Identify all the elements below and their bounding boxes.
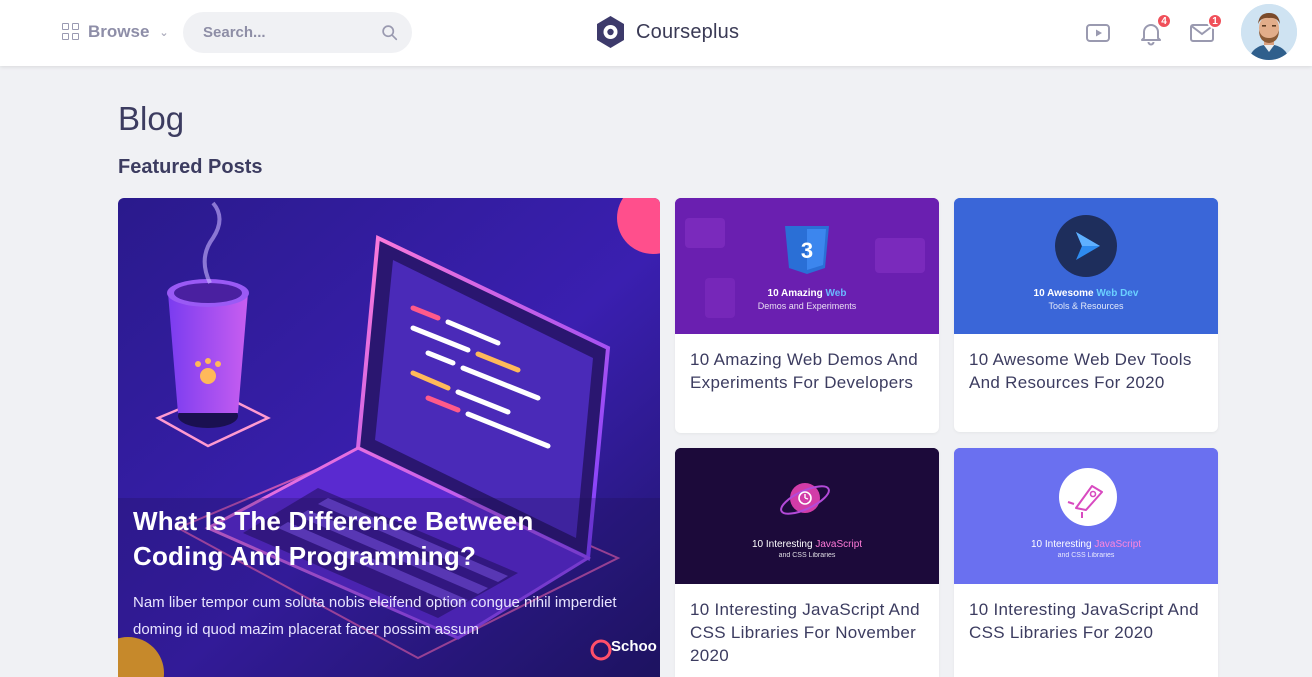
planet-thumbnail-art <box>675 448 939 584</box>
thumb-accent: JavaScript <box>1094 539 1142 550</box>
thumb-line1: 10 Interesting <box>751 539 813 550</box>
post-title[interactable]: 10 Awesome Web Dev Tools And Resources F… <box>954 334 1218 394</box>
user-avatar[interactable] <box>1241 4 1297 60</box>
thumb-line2: Demos and Experiments <box>757 301 857 311</box>
browse-menu[interactable]: Browse ⌄ <box>62 21 169 43</box>
featured-post-excerpt: Nam liber tempor cum soluta nobis eleife… <box>133 594 617 638</box>
search-icon[interactable] <box>381 24 398 41</box>
site-logo[interactable]: Courseplus <box>595 15 739 49</box>
featured-post-card[interactable]: What Is The Difference Between Coding An… <box>118 198 660 677</box>
thumb-line2: Tools & Resources <box>1048 301 1124 311</box>
post-thumbnail: 3 10 Amazing Web Demos and Experiments <box>675 198 939 334</box>
thumb-line2: and CSS Libraries <box>1057 552 1115 559</box>
svg-text:3: 3 <box>801 238 813 263</box>
browse-label: Browse <box>88 22 150 41</box>
post-title[interactable]: 10 Amazing Web Demos And Experiments For… <box>675 334 939 394</box>
thumb-line1: 10 Amazing <box>767 288 823 299</box>
message-badge: 1 <box>1207 13 1223 29</box>
thumb-line1: 10 Interesting <box>1030 539 1092 550</box>
top-navbar: Browse ⌄ Courseplus 4 <box>0 0 1312 66</box>
featured-post-title[interactable]: What Is The Difference Between Coding An… <box>133 504 603 574</box>
post-card[interactable]: 10 Interesting JavaScript and CSS Librar… <box>675 448 939 677</box>
chevron-down-icon: ⌄ <box>159 26 169 39</box>
courseplus-logo-icon <box>597 16 624 48</box>
video-icon <box>1086 24 1110 42</box>
video-button[interactable] <box>1085 20 1111 46</box>
rocket-thumbnail-art <box>954 448 1218 584</box>
post-thumbnail: 10 Interesting JavaScript and CSS Librar… <box>954 448 1218 584</box>
notification-badge: 4 <box>1156 13 1172 29</box>
thumb-accent: JavaScript <box>815 539 863 550</box>
grid-icon <box>62 23 80 41</box>
webdev-thumbnail-art <box>954 198 1218 334</box>
avatar-image <box>1241 4 1297 60</box>
thumb-line2: and CSS Libraries <box>778 552 836 559</box>
thumb-accent: Web Dev <box>1096 288 1139 299</box>
thumb-accent: Web <box>825 288 847 299</box>
post-thumbnail: 10 Awesome Web Dev Tools & Resources <box>954 198 1218 334</box>
post-card[interactable]: 10 Interesting JavaScript and CSS Librar… <box>954 448 1218 677</box>
post-title[interactable]: 10 Interesting JavaScript And CSS Librar… <box>954 584 1218 644</box>
notifications-button[interactable]: 4 <box>1138 13 1172 46</box>
search-input[interactable] <box>203 24 363 41</box>
brand-text: Schoo <box>611 638 657 655</box>
post-card[interactable]: 3 10 Amazing Web Demos and Experiments 1… <box>675 198 939 433</box>
post-thumbnail: 10 Interesting JavaScript and CSS Librar… <box>675 448 939 584</box>
css3-thumbnail-art: 3 <box>675 198 939 334</box>
post-title[interactable]: 10 Interesting JavaScript And CSS Librar… <box>675 584 939 667</box>
page-title: Blog <box>118 100 185 137</box>
logo-text: Courseplus <box>636 20 740 43</box>
messages-button[interactable]: 1 <box>1189 13 1223 46</box>
search-bar <box>183 12 412 53</box>
featured-brand-watermark: Schoo <box>586 638 657 655</box>
post-card[interactable]: 10 Awesome Web Dev Tools & Resources 10 … <box>954 198 1218 432</box>
section-title: Featured Posts <box>118 156 263 178</box>
thumb-line1: 10 Awesome <box>1033 288 1094 299</box>
